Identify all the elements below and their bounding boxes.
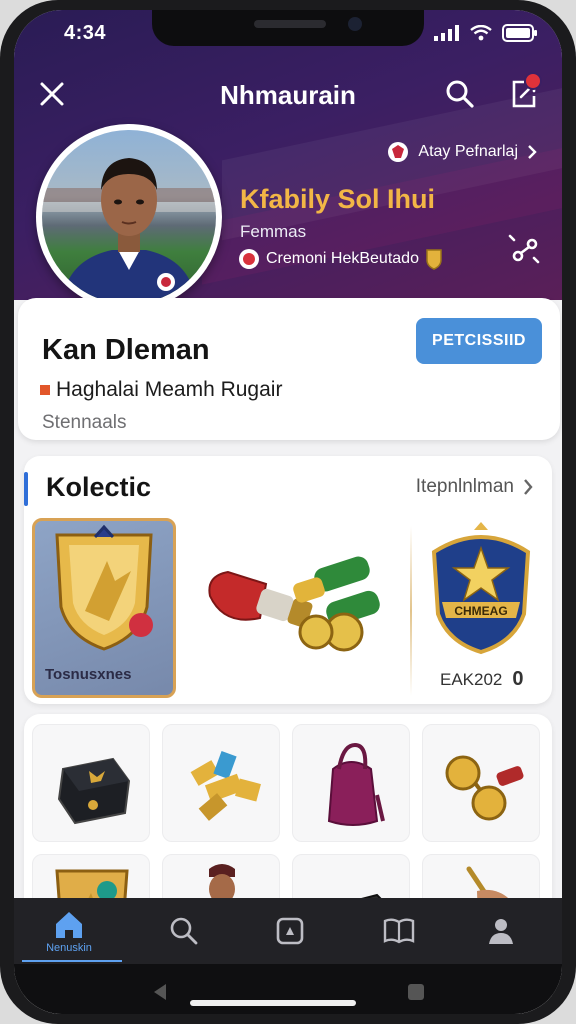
- system-nav-bar: [14, 964, 562, 1014]
- medal-badge-icon: CHMEAG: [431, 522, 531, 655]
- search-button[interactable]: [442, 76, 478, 112]
- profile-name: Kan Dleman: [42, 334, 210, 366]
- collection-title: Kolectic: [46, 472, 152, 502]
- featured-label: Tosnusxnes: [45, 666, 132, 683]
- active-indicator: [22, 960, 122, 962]
- battery-icon: [502, 24, 537, 42]
- badge-text: CHMEAG: [454, 604, 507, 618]
- divider: [410, 526, 412, 696]
- grid-item[interactable]: [292, 724, 410, 842]
- search-icon: [446, 80, 474, 108]
- team-color-marker: [40, 385, 50, 395]
- nav-item-home[interactable]: Nenuskin: [14, 898, 124, 964]
- hero-club-label: Cremoni HekBeutado: [266, 250, 419, 267]
- see-all-link[interactable]: Itepnlnlman: [416, 476, 534, 498]
- primary-action-button[interactable]: PETCISSIID: [416, 318, 542, 364]
- hero-club-row: Cremoni HekBeutado: [238, 248, 443, 270]
- chest-icon: [57, 757, 131, 825]
- compare-icon: [508, 234, 540, 264]
- hero-name: Kfabily Sol Ihui: [240, 184, 436, 214]
- app-title: Nhmaurain: [220, 80, 356, 110]
- profile-hero: 4:34 Nhmaurain Atay Pefnarlaj Kfabily So…: [14, 10, 562, 310]
- camera-icon: [276, 917, 304, 945]
- gold-bars-icon: [190, 750, 261, 821]
- grid-item[interactable]: [422, 724, 540, 842]
- chevron-right-icon: [524, 479, 533, 495]
- grid-item[interactable]: [32, 724, 150, 842]
- profile-meta-text: Haghalai Meamh Rugair: [56, 378, 283, 401]
- bottom-nav: Nenuskin: [14, 898, 562, 964]
- recents-icon[interactable]: [406, 982, 426, 1002]
- notification-badge: [524, 72, 542, 90]
- top-bar: Nhmaurain: [14, 72, 562, 116]
- featured-item[interactable]: Tosnusxnes: [32, 518, 176, 698]
- app-screen: 4:34 Nhmaurain Atay Pefnarlaj Kfabily So…: [14, 10, 562, 1014]
- home-indicator[interactable]: [190, 1000, 356, 1006]
- wifi-icon: [470, 25, 492, 41]
- phone-frame: 4:34 Nhmaurain Atay Pefnarlaj Kfabily So…: [0, 0, 576, 1024]
- nav-item-camera[interactable]: [235, 898, 345, 964]
- compare-button[interactable]: [508, 232, 542, 266]
- hero-subtitle: Femmas: [240, 222, 307, 241]
- search-icon: [170, 917, 198, 945]
- user-icon: [489, 919, 513, 944]
- bag-icon: [327, 742, 385, 826]
- grid-item[interactable]: [162, 724, 280, 842]
- collection-item-keys[interactable]: [184, 522, 410, 694]
- status-time: 4:34: [64, 22, 107, 44]
- camera-notch: [152, 10, 424, 46]
- chevron-right-icon: [528, 145, 537, 159]
- shield-icon: [55, 524, 153, 651]
- badge-caption-text: EAK202: [440, 670, 503, 689]
- badge-count: 0: [512, 668, 524, 690]
- medallion-icon: [445, 755, 524, 821]
- collection-section: Kolectic Itepnlnlman Tosnusxnes CHMEAG E…: [24, 456, 552, 704]
- hero-link[interactable]: Atay Pefnarlaj: [386, 140, 538, 164]
- nav-item-search[interactable]: [129, 898, 239, 964]
- nav-item-library[interactable]: [344, 898, 454, 964]
- club-crest-icon: [388, 142, 409, 162]
- share-button[interactable]: [504, 72, 544, 114]
- player-photo: [42, 130, 216, 304]
- profile-meta: Haghalai Meamh Rugair: [40, 378, 282, 402]
- section-accent: [24, 472, 28, 506]
- profile-card: Kan Dleman Haghalai Meamh Rugair Stennaa…: [18, 298, 560, 440]
- hero-link-label: Atay Pefnarlaj: [418, 143, 518, 160]
- profile-status: Stennaals: [42, 412, 127, 433]
- avatar[interactable]: [36, 124, 222, 310]
- badge-caption: EAK202 0: [440, 668, 524, 691]
- back-icon[interactable]: [150, 982, 170, 1002]
- book-icon: [383, 918, 415, 944]
- gold-shield-icon: [426, 249, 442, 270]
- keys-icon: [208, 556, 380, 652]
- signal-icon: [434, 25, 459, 41]
- club-badge-icon: [239, 249, 259, 269]
- status-icons: [434, 24, 538, 42]
- see-all-label: Itepnlnlman: [415, 476, 514, 497]
- nav-label-home: Nenuskin: [46, 942, 92, 954]
- nav-item-profile[interactable]: [446, 898, 556, 964]
- home-icon: [56, 912, 82, 938]
